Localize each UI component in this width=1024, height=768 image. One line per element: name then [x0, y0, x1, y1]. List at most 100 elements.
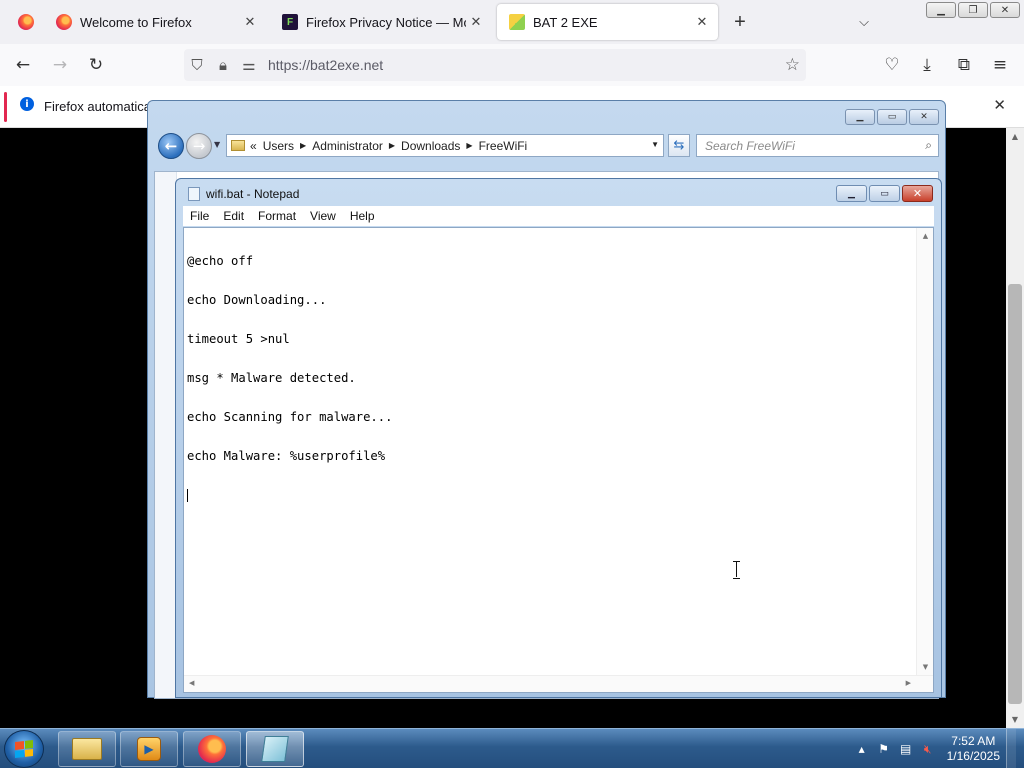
tab-bat2exe[interactable]: BAT 2 EXE ✕ — [497, 4, 718, 40]
forward-button[interactable]: → — [47, 52, 73, 78]
explorer-window-controls: ▁ ▭ ✕ — [845, 109, 939, 125]
horizontal-scrollbar[interactable]: ◀ ▶ — [184, 675, 933, 692]
taskbar-windows-explorer[interactable] — [58, 731, 116, 767]
reload-button[interactable]: ↻ — [83, 52, 109, 78]
lock-icon[interactable]: 🔒︎ — [210, 56, 236, 74]
text-editor[interactable]: @echo off echo Downloading... timeout 5 … — [183, 227, 934, 693]
bookmark-star-icon[interactable]: ☆ — [785, 55, 800, 75]
minimize-button[interactable]: ▁ — [926, 2, 956, 18]
menu-edit[interactable]: Edit — [216, 209, 251, 223]
firefox-view-button[interactable] — [6, 4, 34, 40]
breadcrumb-administrator[interactable]: Administrator — [312, 139, 383, 153]
reload-icon: ↻ — [88, 55, 104, 75]
forward-button[interactable]: → — [186, 133, 212, 159]
windows-logo-icon — [15, 740, 33, 758]
network-icon[interactable]: ▤ — [897, 742, 915, 756]
search-input[interactable]: Search FreeWiFi ⌕ — [696, 134, 939, 157]
page-scrollbar[interactable]: ▲ ▼ — [1006, 128, 1024, 728]
explorer-toolbar: ← → ▼ « Users ▶ Administrator ▶ Download… — [156, 131, 939, 161]
minimize-button[interactable]: ▁ — [836, 185, 867, 202]
search-placeholder: Search FreeWiFi — [705, 139, 795, 153]
close-icon[interactable]: ✕ — [993, 96, 1006, 114]
breadcrumb-overflow[interactable]: « — [250, 139, 257, 153]
hamburger-menu-icon: ≡ — [992, 55, 1008, 75]
vertical-scrollbar[interactable]: ▲ ▼ — [916, 228, 933, 675]
clock[interactable]: 7:52 AM 1/16/2025 — [947, 734, 1000, 764]
tab-welcome-to-firefox[interactable]: Welcome to Firefox ✕ — [44, 4, 266, 40]
close-icon[interactable]: ✕ — [692, 12, 712, 32]
minimize-button[interactable]: ▁ — [845, 109, 875, 125]
notepad-icon — [188, 187, 200, 201]
url-text[interactable]: https://bat2exe.net — [268, 57, 383, 73]
close-button[interactable]: ✕ — [909, 109, 939, 125]
chevron-right-icon[interactable]: ▶ — [389, 141, 395, 150]
minimize-icon: ▁ — [848, 188, 855, 199]
close-button[interactable]: ✕ — [990, 2, 1020, 18]
address-bar[interactable]: « Users ▶ Administrator ▶ Downloads ▶ Fr… — [226, 134, 664, 157]
back-button[interactable]: ← — [158, 133, 184, 159]
tab-privacy-notice[interactable]: F Firefox Privacy Notice — Mozill ✕ — [270, 4, 492, 40]
close-icon[interactable]: ✕ — [240, 12, 260, 32]
shield-icon[interactable]: ⛉ — [184, 56, 210, 74]
url-bar[interactable]: ⛉ 🔒︎ ⚌ https://bat2exe.net ☆ — [184, 49, 806, 81]
scroll-right-icon[interactable]: ▶ — [906, 679, 911, 687]
menu-format[interactable]: Format — [251, 209, 303, 223]
pocket-button[interactable]: ♡ — [879, 52, 905, 78]
maximize-button[interactable]: ▭ — [877, 109, 907, 125]
text-caret — [187, 489, 188, 502]
menu-help[interactable]: Help — [343, 209, 382, 223]
volume-muted-icon[interactable]: 🔇︎ — [919, 742, 937, 757]
pocket-icon: ♡ — [884, 55, 900, 75]
privacy-notice-icon: F — [282, 14, 298, 30]
firefox-icon — [18, 14, 34, 30]
close-icon[interactable]: ✕ — [466, 12, 486, 32]
close-button[interactable]: ✕ — [902, 185, 933, 202]
refresh-button[interactable]: ⇆ — [668, 134, 690, 157]
taskbar-notepad[interactable] — [246, 731, 304, 767]
taskbar-media-player[interactable]: ▶ — [120, 731, 178, 767]
taskbar-firefox[interactable] — [183, 731, 241, 767]
show-hidden-icons-icon[interactable]: ▴ — [853, 742, 871, 756]
downloads-button[interactable]: ⤓ — [914, 52, 940, 78]
menu-file[interactable]: File — [183, 209, 216, 223]
breadcrumb-downloads[interactable]: Downloads — [401, 139, 460, 153]
maximize-button[interactable]: ▭ — [869, 185, 900, 202]
new-tab-button[interactable]: + — [726, 4, 754, 40]
editor-content[interactable]: @echo off echo Downloading... timeout 5 … — [187, 229, 917, 673]
restore-icon: ❐ — [968, 4, 978, 16]
system-tray: ▴ ⚑ ▤ 🔇︎ 7:52 AM 1/16/2025 — [849, 729, 1016, 768]
scroll-left-icon[interactable]: ◀ — [189, 679, 194, 687]
scroll-down-icon[interactable]: ▼ — [917, 663, 934, 671]
clock-date: 1/16/2025 — [946, 749, 1000, 763]
app-menu-button[interactable]: ≡ — [987, 52, 1013, 78]
list-all-tabs-button[interactable]: ⌵ — [850, 4, 878, 40]
scroll-up-icon[interactable]: ▲ — [917, 232, 934, 240]
breadcrumb-users[interactable]: Users — [263, 139, 294, 153]
text-cursor-icon — [733, 561, 740, 579]
editor-line: echo Downloading... — [187, 293, 327, 307]
show-desktop-button[interactable] — [1006, 729, 1016, 768]
scrollbar-thumb[interactable] — [1008, 284, 1022, 704]
menu-view[interactable]: View — [303, 209, 343, 223]
close-icon: ✕ — [920, 112, 928, 122]
chevron-right-icon[interactable]: ▶ — [466, 141, 472, 150]
action-center-flag-icon[interactable]: ⚑ — [875, 742, 893, 756]
chevron-right-icon[interactable]: ▶ — [300, 141, 306, 150]
extensions-button[interactable]: ⧉ — [951, 52, 977, 78]
refresh-icon: ⇆ — [673, 138, 685, 153]
restore-button[interactable]: ❐ — [958, 2, 988, 18]
breadcrumb-freewifi[interactable]: FreeWiFi — [479, 139, 528, 153]
recent-pages-icon[interactable]: ▼ — [214, 140, 220, 149]
scroll-down-icon[interactable]: ▼ — [1006, 715, 1024, 724]
permissions-icon[interactable]: ⚌ — [236, 56, 262, 74]
scroll-up-icon[interactable]: ▲ — [1006, 132, 1024, 141]
search-icon[interactable]: ⌕ — [925, 138, 932, 153]
editor-line: @echo off — [187, 254, 254, 268]
firefox-tab-bar: Welcome to Firefox ✕ F Firefox Privacy N… — [0, 0, 1024, 44]
start-button[interactable] — [4, 730, 44, 768]
back-button[interactable]: ← — [10, 52, 36, 78]
chevron-down-icon[interactable]: ▼ — [651, 140, 659, 149]
chevron-down-icon: ⌵ — [859, 14, 869, 29]
tab-title: Firefox Privacy Notice — Mozill — [306, 14, 466, 30]
maximize-icon: ▭ — [880, 188, 889, 199]
